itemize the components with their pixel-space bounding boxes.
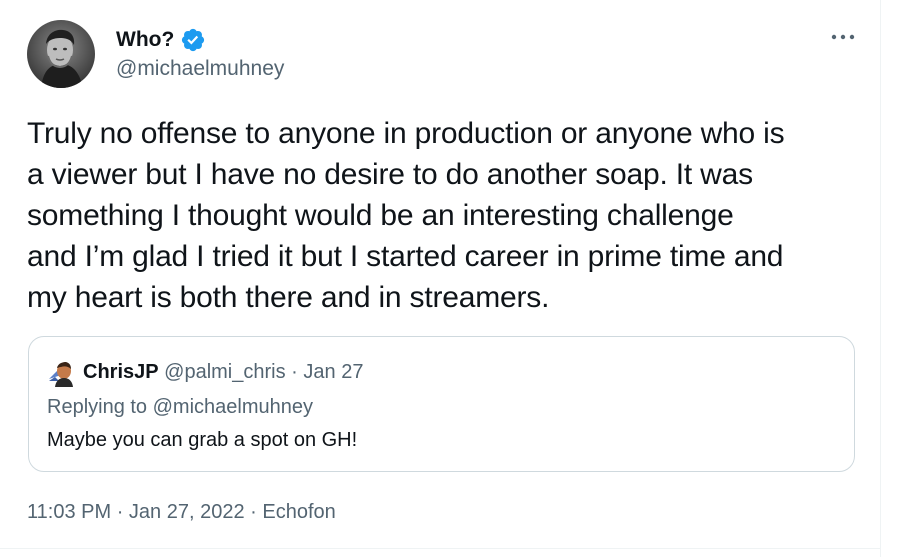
author-avatar[interactable]: [27, 20, 95, 88]
separator-dot: ·: [291, 361, 298, 383]
tweet-date[interactable]: Jan 27, 2022: [129, 501, 245, 523]
bottom-divider: [0, 548, 880, 549]
tweet-card: Who? @michaelmuhney Truly no offense to …: [0, 0, 900, 557]
person-photo-icon: [47, 359, 75, 387]
more-options-icon[interactable]: [826, 26, 860, 48]
tweet-meta-footer: 11:03 PM · Jan 27, 2022 · Echofon: [27, 498, 336, 526]
person-photo-icon: [27, 20, 95, 88]
replying-to-handle[interactable]: @michaelmuhney: [153, 396, 313, 418]
quoted-tweet-date[interactable]: Jan 27: [303, 361, 363, 383]
quoted-tweet-header: ChrisJP @palmi_chris · Jan 27: [83, 358, 363, 386]
replying-to-line: Replying to @michaelmuhney: [47, 393, 313, 421]
replying-to-prefix: Replying to: [47, 396, 148, 418]
author-handle[interactable]: @michaelmuhney: [116, 57, 284, 81]
quoted-author-handle[interactable]: @palmi_chris: [164, 361, 285, 383]
author-display-name[interactable]: Who?: [116, 28, 174, 52]
separator-dot: ·: [116, 501, 124, 523]
right-divider: [880, 0, 881, 557]
tweet-source[interactable]: Echofon: [262, 501, 335, 523]
tweet-time[interactable]: 11:03 PM: [27, 501, 111, 523]
tweet-text: Truly no offense to anyone in production…: [27, 117, 785, 314]
author-name-row: Who?: [116, 27, 206, 53]
separator-dot: ·: [250, 501, 257, 523]
verified-badge-icon: [180, 27, 206, 53]
quoted-tweet[interactable]: ChrisJP @palmi_chris · Jan 27 Replying t…: [28, 336, 855, 472]
quoted-tweet-text: Maybe you can grab a spot on GH!: [47, 429, 358, 451]
quoted-author-name[interactable]: ChrisJP: [83, 361, 159, 383]
quoted-author-avatar[interactable]: [47, 359, 75, 387]
